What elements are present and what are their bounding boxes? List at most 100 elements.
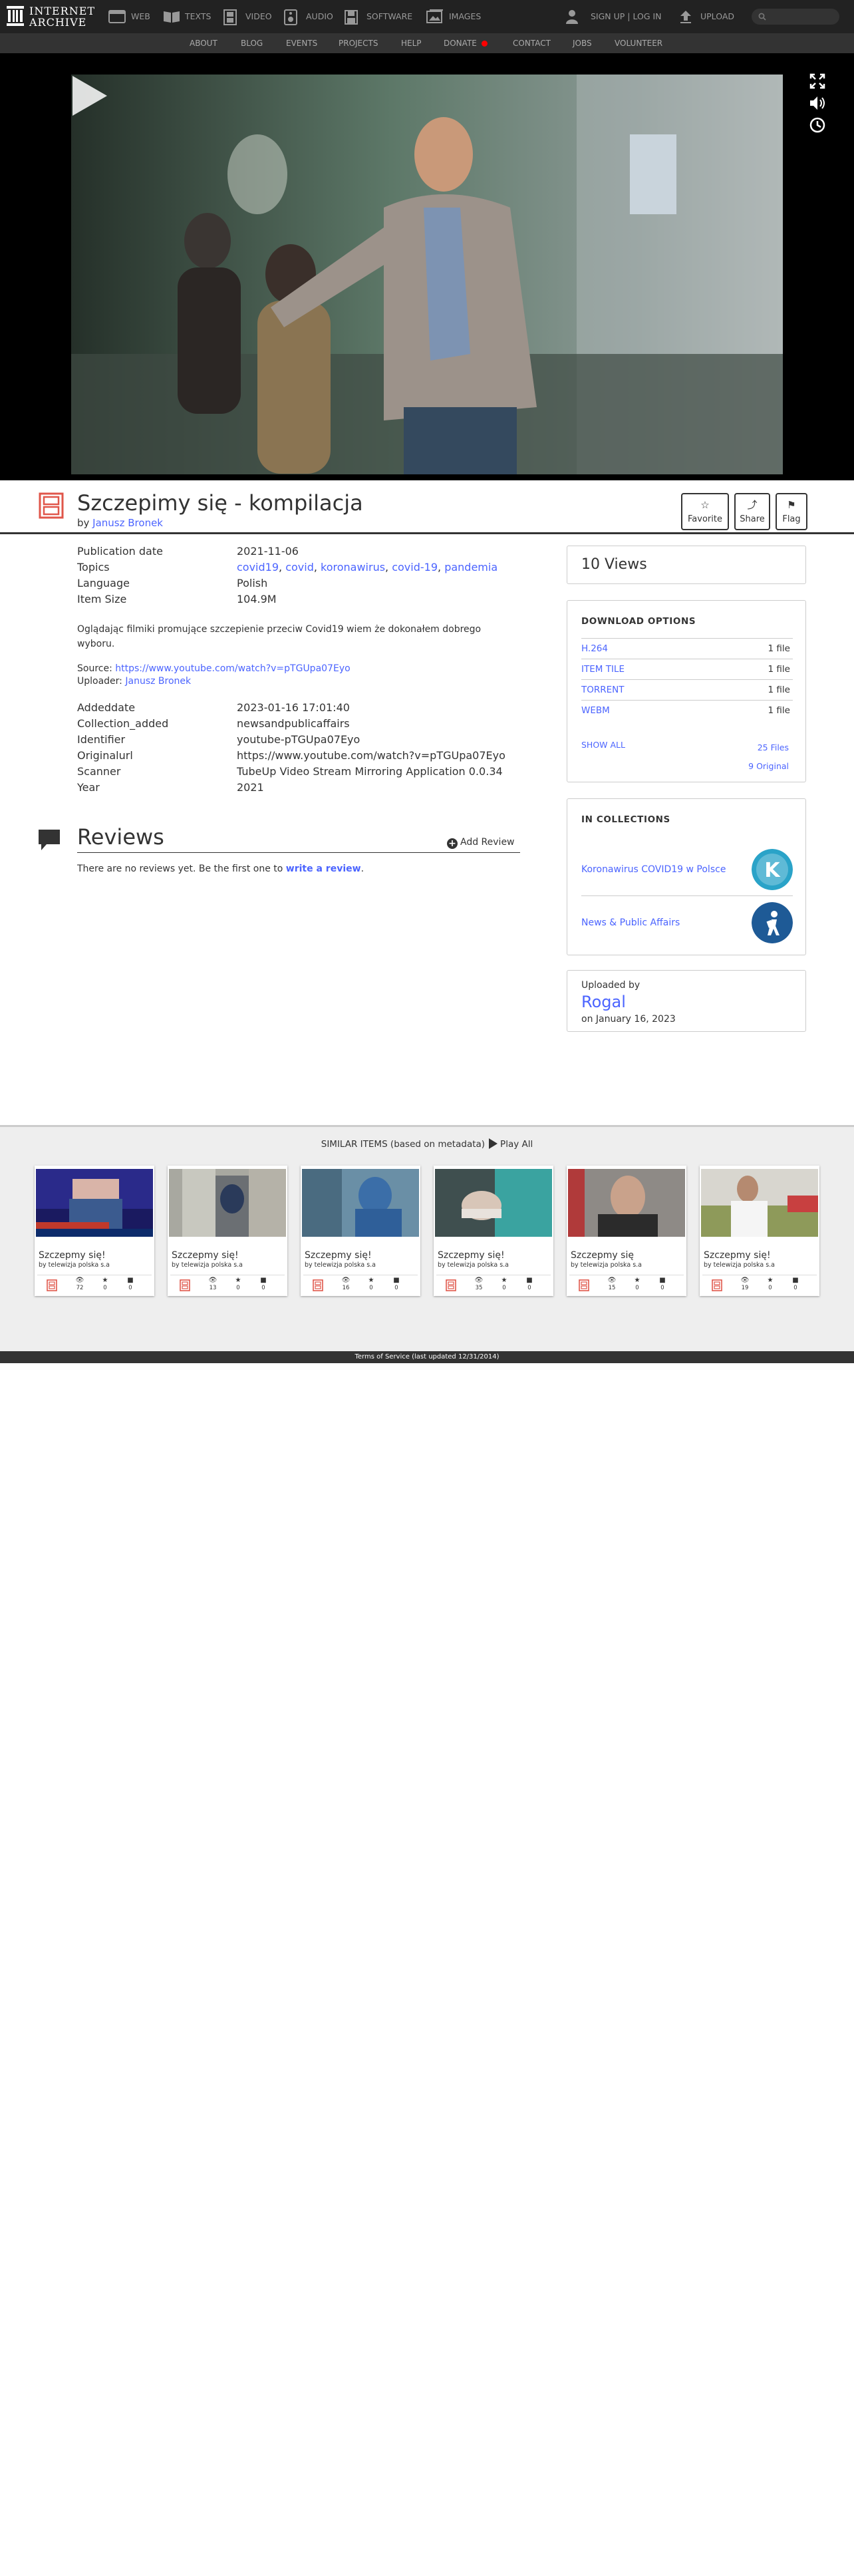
add-review-button[interactable]: + Add Review: [447, 836, 515, 849]
favorites-value: 0: [236, 1285, 240, 1291]
nav-web[interactable]: WEB: [108, 9, 155, 25]
source-link[interactable]: https://www.youtube.com/watch?v=pTGUpa07…: [115, 663, 350, 674]
original-files-link[interactable]: 9 Original: [748, 760, 789, 772]
tile-thumbnail[interactable]: [36, 1169, 153, 1237]
tile-views: 👁 35: [468, 1277, 490, 1293]
uploader-link[interactable]: Janusz Bronek: [125, 676, 191, 687]
subnav-contact[interactable]: CONTACT: [513, 33, 551, 53]
topic-link[interactable]: covid: [285, 561, 314, 573]
flag-button[interactable]: ⚑ Flag: [776, 493, 807, 530]
topic-link[interactable]: koronawirus: [321, 561, 385, 573]
write-review-link[interactable]: write a review: [286, 864, 361, 874]
nav-texts[interactable]: TEXTS: [162, 9, 215, 25]
sign-up-login-link[interactable]: SIGN UP | LOG IN: [565, 9, 678, 25]
nav-audio-label: AUDIO: [306, 11, 333, 21]
share-button[interactable]: ⤴ Share: [734, 493, 770, 530]
search-input[interactable]: [752, 9, 839, 25]
eye-icon: 👁: [607, 1277, 617, 1284]
subnav-help[interactable]: HELP: [401, 33, 422, 53]
playback-speed-icon[interactable]: [808, 116, 827, 134]
favorite-button[interactable]: ☆ Favorite: [681, 493, 729, 530]
nav-software[interactable]: SOFTWARE: [344, 9, 417, 25]
topic-link[interactable]: covid19: [237, 561, 279, 573]
upload-link[interactable]: UPLOAD: [678, 9, 745, 25]
originalurl-link[interactable]: https://www.youtube.com/watch?v=pTGUpa07…: [237, 748, 505, 764]
similar-item-tile[interactable]: Szczepmy się by telewizja polska s.a 👁 15…: [567, 1166, 686, 1296]
author-link[interactable]: Janusz Bronek: [92, 517, 163, 529]
movie-icon: [180, 1279, 190, 1291]
tile-title[interactable]: Szczepmy się!: [305, 1249, 372, 1261]
favorites-value: 0: [103, 1285, 107, 1291]
collection-added-value: newsandpublicaffairs: [237, 717, 350, 730]
nav-audio[interactable]: AUDIO: [283, 9, 337, 25]
play-icon: [489, 1138, 498, 1149]
subnav-donate[interactable]: DONATE: [444, 33, 496, 53]
meta-identifier: Identifier youtube-pTGUpa07Eyo: [77, 732, 523, 748]
collection-item[interactable]: News & Public Affairs: [581, 896, 793, 949]
video-theatre: [0, 53, 854, 534]
web-icon: [108, 10, 126, 23]
tile-thumbnail[interactable]: [435, 1169, 552, 1237]
download-count: 1 file: [768, 705, 790, 716]
tile-thumbnail[interactable]: [302, 1169, 419, 1237]
subnav-projects[interactable]: PROJECTS: [339, 33, 378, 53]
tile-stats: 👁 35 ★ 0 ■ 0: [436, 1275, 551, 1293]
video-player[interactable]: [71, 75, 783, 474]
collection-logo-news-icon[interactable]: [752, 902, 793, 943]
scanner-value: TubeUp Video Stream Mirroring Applicatio…: [237, 765, 503, 778]
tile-title[interactable]: Szczepmy się!: [39, 1249, 106, 1261]
download-format-link[interactable]: H.264: [581, 639, 608, 659]
similar-item-tile[interactable]: Szczepmy się! by telewizja polska s.a 👁 1…: [700, 1166, 819, 1296]
play-icon[interactable]: [71, 75, 108, 117]
show-all-link[interactable]: SHOW ALL: [581, 739, 625, 751]
topic-link[interactable]: covid-19: [392, 561, 438, 573]
internet-archive-logo[interactable]: INTERNET ARCHIVE: [7, 4, 100, 29]
nav-video[interactable]: VIDEO: [223, 9, 276, 25]
tile-thumbnail[interactable]: [701, 1169, 818, 1237]
collection-name[interactable]: News & Public Affairs: [581, 916, 680, 929]
tile-title[interactable]: Szczepmy się!: [704, 1249, 771, 1261]
fullscreen-icon[interactable]: [808, 72, 827, 90]
volume-icon[interactable]: [808, 94, 827, 112]
year-link[interactable]: 2021: [237, 780, 264, 796]
all-files-link[interactable]: 25 Files: [758, 742, 789, 754]
similar-item-tile[interactable]: Szczepmy się! by telewizja polska s.a 👁 1…: [168, 1166, 287, 1296]
publication-date-link[interactable]: 2021-11-06: [237, 544, 299, 560]
collection-item[interactable]: Koronawirus COVID19 w Polsce K: [581, 843, 793, 896]
uploader-name-link[interactable]: Rogal: [581, 992, 626, 1012]
download-format-link[interactable]: TORRENT: [581, 680, 625, 701]
similar-item-tile[interactable]: Szczepmy się! by telewizja polska s.a 👁 3…: [434, 1166, 553, 1296]
nav-images[interactable]: IMAGES: [426, 9, 493, 25]
subnav-jobs[interactable]: JOBS: [573, 33, 592, 53]
sign-up-login-label: SIGN UP | LOG IN: [591, 11, 662, 21]
download-format-link[interactable]: ITEM TILE: [581, 659, 625, 680]
terms-of-service-link[interactable]: Terms of Service (last updated 12/31/201…: [355, 1353, 499, 1361]
play-all-button[interactable]: Play All: [489, 1138, 533, 1150]
tile-title[interactable]: Szczepmy się: [571, 1249, 634, 1261]
similar-item-tile[interactable]: Szczepmy się! by telewizja polska s.a 👁 1…: [301, 1166, 420, 1296]
collection-name[interactable]: Koronawirus COVID19 w Polsce: [581, 863, 726, 876]
comment-icon: [39, 830, 60, 850]
subnav-volunteer[interactable]: VOLUNTEER: [615, 33, 662, 53]
footer: Terms of Service (last updated 12/31/201…: [0, 1351, 854, 1363]
tile-title[interactable]: Szczepmy się!: [438, 1249, 505, 1261]
subnav-about[interactable]: ABOUT: [190, 33, 217, 53]
tile-thumbnail[interactable]: [169, 1169, 286, 1237]
collection-logo-k-icon[interactable]: K: [752, 849, 793, 890]
similar-items-title: SIMILAR ITEMS (based on metadata): [321, 1139, 486, 1150]
subnav-blog[interactable]: BLOG: [241, 33, 263, 53]
movie-icon: [446, 1279, 456, 1291]
logo-text-line2: ARCHIVE: [29, 16, 87, 29]
tile-title[interactable]: Szczepmy się!: [172, 1249, 239, 1261]
star-icon: ★: [501, 1277, 507, 1284]
topic-link[interactable]: pandemia: [444, 561, 498, 573]
share-icon: ⤴: [747, 499, 758, 511]
tile-thumbnail[interactable]: [568, 1169, 685, 1237]
language-link[interactable]: Polish: [237, 575, 267, 591]
uploader-line: Uploader: Janusz Bronek: [77, 675, 191, 688]
download-format-link[interactable]: WEBM: [581, 701, 610, 721]
similar-item-tile[interactable]: Szczepmy się! by telewizja polska s.a 👁 7…: [35, 1166, 154, 1296]
byline-prefix: by: [77, 517, 93, 529]
subnav-events[interactable]: EVENTS: [286, 33, 317, 53]
logo-text-line1: INTERNET: [29, 5, 96, 17]
